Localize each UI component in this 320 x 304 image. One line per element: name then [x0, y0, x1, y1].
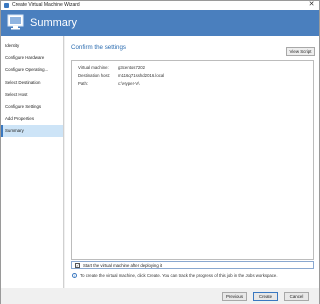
sidebar-item-summary[interactable]: Summary	[1, 125, 63, 137]
cancel-button[interactable]: Cancel	[284, 292, 309, 301]
sidebar-item-configure-operating[interactable]: Configure Operating...	[1, 64, 63, 76]
sidebar-item-configure-hardware[interactable]: Configure Hardware	[1, 52, 63, 64]
button-bar: Previous Create Cancel	[1, 288, 319, 304]
create-button[interactable]: Create	[253, 292, 278, 301]
wizard-steps-sidebar: Identity Configure Hardware Configure Op…	[1, 36, 64, 288]
main-panel: Confirm the settings View Script Virtual…	[65, 36, 319, 288]
close-icon[interactable]: ✕	[307, 1, 316, 9]
summary-label: Virtual machine:	[78, 65, 109, 70]
section-heading: Confirm the settings	[71, 44, 127, 51]
virtual-machine-icon	[7, 14, 24, 30]
start-vm-label[interactable]: Start the virtual machine after deployin…	[83, 262, 162, 269]
sidebar-item-configure-settings[interactable]: Configure Settings	[1, 101, 63, 113]
previous-button[interactable]: Previous	[222, 292, 247, 301]
summary-value: m116q71sshd2016.local	[118, 73, 165, 78]
summary-row-path: Path: c:\Hyper-V\	[78, 81, 140, 87]
summary-row-host: Destination host: m116q71sshd2016.local	[78, 73, 164, 79]
summary-row-vm: Virtual machine: g3centos7202	[78, 65, 145, 71]
wizard-window: Create Virtual Machine Wizard ✕ Summary …	[0, 0, 320, 304]
window-title: Create Virtual Machine Wizard	[12, 2, 80, 8]
wizard-icon	[4, 3, 9, 8]
start-vm-checkbox[interactable]: ✓	[75, 263, 80, 268]
sidebar-item-add-properties[interactable]: Add Properties	[1, 113, 63, 125]
sidebar-item-select-destination[interactable]: Select Destination	[1, 77, 63, 89]
start-vm-option[interactable]: ✓ Start the virtual machine after deploy…	[71, 261, 314, 269]
page-title: Summary	[30, 17, 78, 29]
summary-label: Path:	[78, 81, 89, 86]
sidebar-item-identity[interactable]: Identity	[1, 40, 63, 52]
summary-label: Destination host:	[78, 73, 111, 78]
header-banner: Summary	[1, 10, 319, 36]
sidebar-item-select-host[interactable]: Select Host	[1, 89, 63, 101]
title-bar: Create Virtual Machine Wizard ✕	[1, 1, 319, 10]
summary-value: c:\Hyper-V\	[118, 81, 140, 86]
settings-summary: Virtual machine: g3centos7202 Destination…	[71, 60, 314, 260]
summary-value: g3centos7202	[118, 65, 145, 70]
view-script-button[interactable]: View Script	[286, 47, 315, 56]
info-text: To create the virtual machine, click Cre…	[80, 273, 278, 278]
info-icon: i	[72, 273, 77, 278]
